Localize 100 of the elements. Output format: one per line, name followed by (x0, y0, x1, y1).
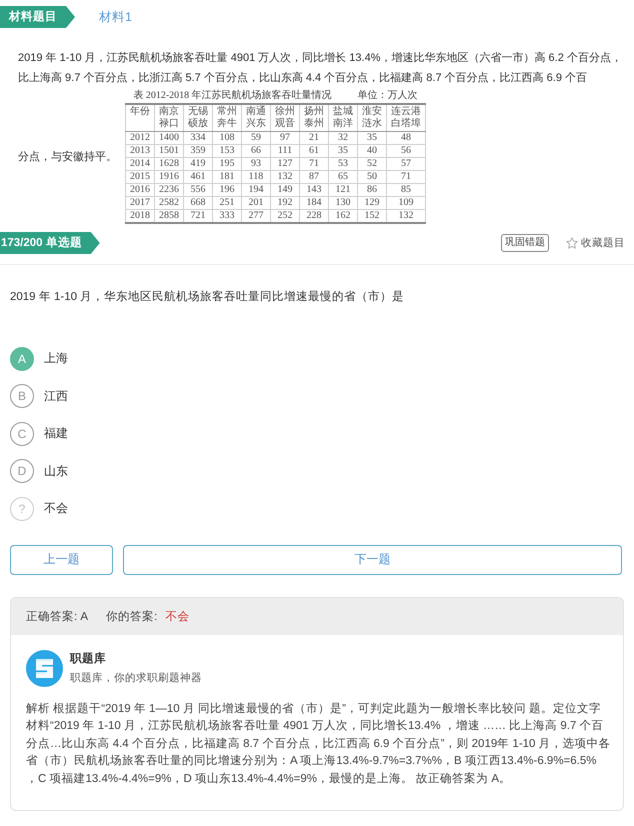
table-cell: 48 (386, 132, 426, 144)
option-label[interactable]: 福建 (44, 425, 68, 442)
material-tab[interactable]: 材料1 (99, 8, 132, 26)
table-cell: 196 (212, 184, 242, 196)
table-cell: 32 (328, 132, 358, 144)
table-cell: 65 (328, 170, 358, 184)
source-name: 职题库 (70, 651, 106, 666)
option-marker[interactable]: ? (10, 496, 34, 521)
table-cell: 66 (242, 144, 270, 158)
table-header-cell: 盐城南洋 (328, 104, 358, 132)
table-cell: 251 (212, 196, 242, 210)
material-text: 分点，与安徽持平。 (18, 150, 117, 165)
table-cell: 1501 (154, 144, 184, 158)
table-header-cell: 淮安涟水 (358, 104, 386, 132)
table-cell: 556 (184, 184, 212, 196)
table-cell: 97 (270, 132, 300, 144)
table-header-cell: 年份 (126, 104, 154, 132)
table-cell: 56 (386, 144, 426, 158)
material-text: 2019 年 1-10 月，江苏民航机场旅客吞吐量 4901 万人次，同比增长 13.4%，增速比华东地区（六省一市）高 6.2 个百分点，比上海高 9.7 个百分点，比浙江高 5.7 个百分点，比山东高 4.4 个百分点，比福建高 8.7 个百分点，比江西高 6.9 个百 (18, 50, 623, 86)
table-cell: 359 (184, 144, 212, 158)
table-cell: 109 (386, 196, 426, 210)
table-cell: 461 (184, 170, 212, 184)
question-badge: 173/200 单选题 (0, 232, 100, 254)
table-cell: 2012 (126, 132, 154, 144)
table-cell: 71 (300, 158, 328, 170)
table-cell: 61 (300, 144, 328, 158)
option-label[interactable]: 山东 (44, 462, 68, 480)
table-cell: 184 (300, 196, 328, 210)
table-cell: 2016 (126, 184, 154, 196)
table-cell: 53 (328, 158, 358, 170)
table-cell: 59 (242, 132, 270, 144)
source-slogan: 职题库，你的求职刷题神器 (70, 670, 202, 686)
table-unit: 单位：万人次 (358, 90, 418, 102)
table-cell: 201 (242, 196, 270, 210)
correct-answer-text: 正确答案: A (26, 609, 88, 624)
table-cell: 2236 (154, 184, 184, 196)
table-cell: 71 (386, 170, 426, 184)
table-cell: 2013 (126, 144, 154, 158)
table-header-cell: 南京禄口 (154, 104, 184, 132)
table-cell: 130 (328, 196, 358, 210)
review-button[interactable]: 巩固错题 (501, 234, 549, 252)
table-header-cell: 连云港白塔埠 (386, 104, 426, 132)
table-cell: 419 (184, 158, 212, 170)
table-cell: 181 (212, 170, 242, 184)
table-cell: 2582 (154, 196, 184, 210)
table-cell: 40 (358, 144, 386, 158)
table-cell: 35 (358, 132, 386, 144)
table-cell: 149 (270, 184, 300, 196)
your-answer-label: 你的答案: (106, 609, 158, 624)
table-cell: 143 (300, 184, 328, 196)
option-marker[interactable]: B (10, 384, 34, 408)
table-cell: 108 (212, 132, 242, 144)
table-cell: 57 (386, 158, 426, 170)
table-cell: 85 (386, 184, 426, 196)
explanation-text: 解析 根据题干“2019 年 1—10 月 同比增速最慢的省（市）是”，可判定此题为一般增长率比较问 题。定位文字材料“2019 年 1-10 月，江苏民航机场旅客吞吐量 4901 万人次，同比增长13.4% ，增速 …… 比上海高 9.7 个百分点…比山东高 4.4 个百分点，比福建高 8.7 个百分点，比江西高 6.9 个百分点”，则 2019年 1-10 月，选项中各省（市）民航机场旅客吞吐量的同比增速分别为：A 项上海13.4%-9.7%=3.7%%，B 项江西13.4%-6.9%=6.5% ，C 项福建13.4%-4.4%=9%，D 项山东13.4%-4.4%=9%，最慢的是上海。 故正确答案为 A。 (25, 701, 612, 786)
table-cell: 121 (328, 184, 358, 196)
table-header-cell: 徐州观音 (270, 104, 300, 132)
table-cell: 50 (358, 170, 386, 184)
table-header-cell: 扬州泰州 (300, 104, 328, 132)
table-cell: 194 (242, 184, 270, 196)
table-cell: 2014 (126, 158, 154, 170)
table-caption: 表 2012-2018 年江苏民航机场旅客吞吐量情况 (133, 90, 332, 102)
table-cell: 1400 (154, 132, 184, 144)
table-cell: 86 (358, 184, 386, 196)
table-cell: 52 (358, 158, 386, 170)
section-badge: 材料题目 (0, 6, 75, 28)
table-cell: 35 (328, 144, 358, 158)
option-label[interactable]: 江西 (44, 388, 68, 405)
option-marker[interactable]: A (10, 346, 34, 371)
table-cell: 127 (270, 158, 300, 170)
your-answer-value: 不会 (165, 610, 190, 624)
logo-icon (26, 650, 63, 687)
table-cell: 153 (212, 144, 242, 158)
table-cell: 192 (270, 196, 300, 210)
table-cell: 195 (212, 158, 242, 170)
table-cell: 668 (184, 196, 212, 210)
table-cell: 2018 (126, 210, 154, 223)
table-cell: 111 (270, 144, 300, 158)
table-cell: 118 (242, 170, 270, 184)
table-cell: 1916 (154, 170, 184, 184)
table-cell: 129 (358, 196, 386, 210)
question-text: 2019 年 1-10 月，华东地区民航机场旅客吞吐量同比增速最慢的省（市）是 (10, 289, 406, 305)
previous-button[interactable]: 上一题 (10, 544, 113, 574)
table-cell: 2017 (126, 196, 154, 210)
table-cell: 132 (270, 170, 300, 184)
table-cell: 2015 (126, 170, 154, 184)
table-cell: 87 (300, 170, 328, 184)
option-label[interactable]: 上海 (44, 350, 68, 368)
table-header-cell: 无锡硕放 (184, 104, 212, 132)
next-button[interactable]: 下一题 (123, 544, 622, 574)
table-header-cell: 常州奔牛 (212, 104, 242, 132)
table-cell: 334 (184, 132, 212, 144)
favorite-button[interactable]: 收藏题目 (566, 236, 625, 250)
table-header-cell: 南通兴东 (242, 104, 270, 132)
option-label[interactable]: 不会 (44, 500, 68, 518)
table-cell: 21 (300, 132, 328, 144)
option-marker[interactable]: D (10, 459, 34, 484)
option-marker[interactable]: C (10, 422, 34, 446)
table-cell: 93 (242, 158, 270, 170)
table-cell: 1628 (154, 158, 184, 170)
